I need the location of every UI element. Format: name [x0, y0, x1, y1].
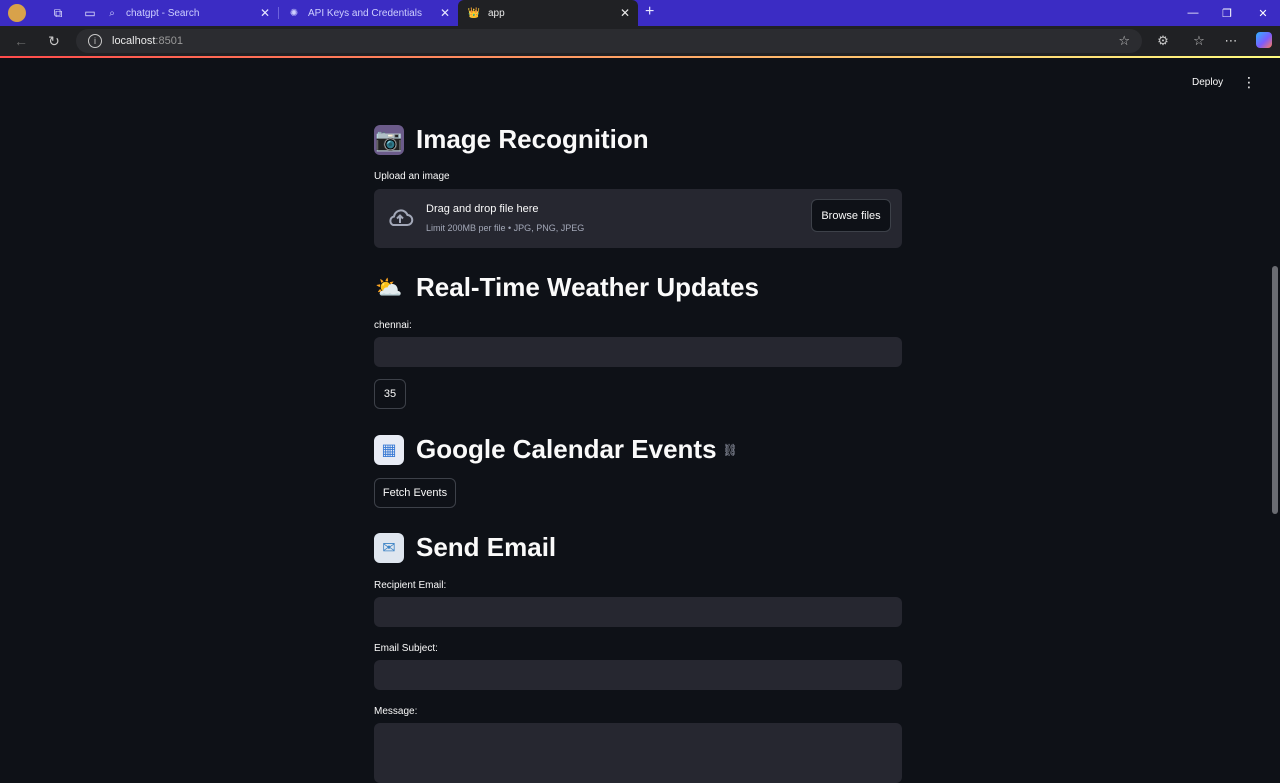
app-main: Deploy ⋮ 📷 Image Recognition Upload an i… — [0, 58, 1280, 783]
send-email-heading: ✉ Send Email — [374, 532, 556, 563]
email-subject-input[interactable] — [374, 660, 902, 690]
drop-text: Drag and drop file here — [426, 203, 539, 215]
restore-icon[interactable]: ❐ — [1210, 0, 1244, 26]
url-text: localhost:8501 — [112, 35, 183, 47]
workspaces-icon[interactable]: ⧉ — [50, 5, 66, 21]
calendar-heading: ▦ Google Calendar Events ⛓ — [374, 434, 738, 465]
tab-search[interactable]: ⌕ chatgpt - Search ✕ — [96, 0, 278, 26]
temperature-value: 35 — [374, 379, 406, 409]
fetch-events-button[interactable]: Fetch Events — [374, 478, 456, 508]
sun-behind-cloud-icon: ⛅ — [375, 274, 403, 300]
scrollbar-thumb[interactable] — [1272, 266, 1278, 514]
cloud-upload-icon — [389, 209, 414, 226]
tab-app[interactable]: 👑 app ✕ — [458, 0, 638, 26]
upload-label: Upload an image — [374, 171, 450, 182]
more-options-icon[interactable]: ⋯ — [1222, 32, 1240, 50]
message-textarea[interactable] — [374, 723, 902, 783]
window-close-icon[interactable]: ✕ — [1246, 0, 1280, 26]
streamlit-icon: 👑 — [467, 7, 481, 19]
tab-label: API Keys and Credentials — [308, 7, 422, 19]
browse-files-button[interactable]: Browse files — [811, 199, 891, 232]
copilot-icon[interactable] — [1256, 32, 1272, 48]
browser-toolbar: ← ↻ i localhost:8501 ☆ ⚙ ☆ ⋯ — [0, 26, 1280, 56]
camera-icon: 📷 — [374, 124, 404, 155]
site-info-icon[interactable]: i — [88, 34, 102, 48]
tab-api-keys[interactable]: ✺ API Keys and Credentials ✕ — [278, 0, 458, 26]
browser-tab-bar: ⧉ ▭ ⌕ chatgpt - Search ✕ ✺ API Keys and … — [0, 0, 1280, 26]
image-recognition-heading: 📷 Image Recognition — [374, 124, 649, 155]
favorite-star-icon[interactable]: ☆ — [1118, 33, 1130, 49]
tab-label: chatgpt - Search — [126, 7, 200, 19]
new-tab-icon[interactable]: + — [645, 3, 654, 21]
anchor-link-icon[interactable]: ⛓ — [723, 443, 738, 457]
weather-heading: ⛅ Real-Time Weather Updates — [375, 272, 759, 302]
file-uploader-dropzone[interactable]: Drag and drop file here Limit 200MB per … — [374, 189, 902, 248]
close-icon[interactable]: ✕ — [440, 6, 450, 20]
calendar-icon: ▦ — [374, 434, 404, 465]
favorites-icon[interactable]: ☆ — [1190, 32, 1208, 50]
profile-avatar[interactable] — [8, 4, 26, 22]
address-bar[interactable]: i localhost:8501 ☆ — [76, 29, 1142, 53]
extensions-icon[interactable]: ⚙ — [1154, 32, 1172, 50]
message-label: Message: — [374, 706, 418, 717]
city-input[interactable] — [374, 337, 902, 367]
tab-label: app — [488, 7, 505, 19]
back-icon[interactable]: ← — [12, 32, 30, 50]
close-icon[interactable]: ✕ — [260, 6, 270, 20]
recipient-email-label: Recipient Email: — [374, 580, 447, 591]
reload-icon[interactable]: ↻ — [45, 32, 63, 50]
deploy-button[interactable]: Deploy — [1186, 73, 1229, 92]
close-icon[interactable]: ✕ — [620, 6, 630, 20]
search-icon: ⌕ — [109, 7, 115, 19]
main-menu-icon[interactable]: ⋮ — [1242, 74, 1256, 90]
email-icon: ✉ — [374, 532, 404, 563]
minimize-icon[interactable]: — — [1176, 0, 1210, 26]
recipient-email-input[interactable] — [374, 597, 902, 627]
openai-icon: ✺ — [289, 7, 299, 19]
city-input-label: chennai: — [374, 320, 412, 331]
email-subject-label: Email Subject: — [374, 643, 438, 654]
upload-limit-text: Limit 200MB per file • JPG, PNG, JPEG — [426, 223, 585, 233]
